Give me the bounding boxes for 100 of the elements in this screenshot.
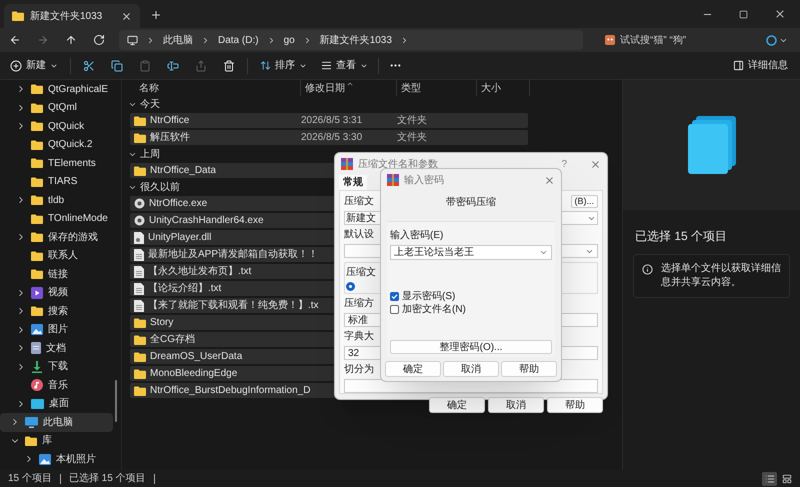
file-name: 解压软件 (150, 131, 190, 145)
video-icon (31, 286, 43, 299)
breadcrumb[interactable]: Data (D:) (218, 32, 259, 48)
password-field[interactable]: 上老王论坛当老王 (390, 245, 552, 260)
sidebar-item[interactable]: 库 (0, 432, 113, 450)
close-icon[interactable] (544, 174, 555, 186)
scrollbar[interactable] (115, 380, 117, 422)
folder-icon (25, 436, 37, 446)
sidebar-item[interactable]: TIARS (0, 172, 113, 191)
folder-icon (31, 140, 43, 150)
file-row[interactable]: NtrOffice 2026/8/5 3:31 文件夹 (130, 113, 528, 128)
sidebar-item[interactable]: 桌面 (0, 394, 113, 413)
close-tab-icon[interactable] (121, 10, 132, 22)
rename-icon[interactable] (167, 60, 179, 72)
plus-circle-icon (10, 60, 22, 72)
breadcrumb[interactable]: 此电脑 (163, 32, 193, 48)
dialog-button[interactable]: 取消 (488, 397, 544, 413)
back-icon[interactable] (9, 34, 21, 46)
dialog-button[interactable]: 取消 (443, 361, 499, 377)
sidebar-item[interactable]: 搜索 (0, 302, 113, 320)
sidebar-item[interactable]: 文档 (0, 339, 113, 358)
file-name: 【永久地址发布页】.txt (148, 264, 252, 279)
field-label: 字典大 (344, 330, 374, 344)
details-view-button[interactable] (762, 472, 777, 486)
group-header: 很久以前 (140, 180, 180, 194)
sort-icon (260, 60, 271, 71)
delete-icon[interactable] (223, 60, 235, 72)
sidebar-item[interactable]: 视频 (0, 284, 113, 302)
sidebar-item[interactable]: QtGraphicalE (0, 80, 113, 98)
sidebar-item[interactable]: TElements (0, 154, 113, 172)
sidebar-item[interactable]: QtQuick.2 (0, 136, 113, 154)
folder-icon (134, 368, 146, 378)
sidebar-item[interactable]: 联系人 (0, 246, 113, 265)
dialog-button[interactable]: 确定 (429, 397, 485, 413)
column-header[interactable]: 大小 (481, 80, 501, 96)
maximize-icon[interactable] (739, 10, 748, 18)
file-name: MonoBleedingEdge (150, 367, 238, 381)
sidebar-item[interactable]: 音乐 (0, 376, 113, 394)
computer-icon (127, 34, 138, 46)
breadcrumb[interactable]: go (284, 32, 295, 48)
folder-icon (134, 166, 146, 176)
file-name: 【论坛介绍】.txt (148, 282, 222, 296)
details-button[interactable]: 详细信息 (733, 58, 788, 73)
copy-icon[interactable] (111, 60, 123, 72)
app-icon (134, 198, 145, 209)
folder-icon (31, 250, 43, 261)
details-title: 已选择 15 个项目 (635, 228, 728, 245)
sidebar-item[interactable]: QtQuick (0, 117, 113, 136)
folder-icon (31, 306, 43, 316)
dialog-tab[interactable]: 常规 (339, 175, 367, 190)
sidebar-item[interactable]: 图片 (0, 320, 113, 339)
file-name: NtrOffice.exe (149, 197, 208, 211)
lines-icon (321, 60, 332, 71)
checkbox[interactable] (390, 305, 399, 314)
window-tab[interactable]: 新建文件夹1033 (4, 4, 140, 28)
new-button[interactable]: 新建 (10, 58, 58, 73)
chevron-right-icon (201, 36, 210, 44)
file-row[interactable]: 解压软件 2026/8/5 3:30 文件夹 (130, 130, 528, 145)
folder-icon (31, 269, 43, 280)
sidebar-item[interactable]: 下载 (0, 358, 113, 376)
account-button[interactable] (766, 34, 788, 46)
folder-icon (134, 386, 146, 396)
refresh-icon[interactable] (93, 34, 105, 46)
organize-passwords-button[interactable]: 整理密码(O)... (390, 340, 552, 354)
close-icon[interactable] (774, 8, 786, 20)
new-tab-icon[interactable] (150, 9, 162, 21)
file-name: 全CG存档 (150, 332, 195, 347)
sidebar-item[interactable]: tldb (0, 191, 113, 210)
breadcrumb[interactable]: 新建文件夹1033 (320, 32, 392, 48)
browse-button[interactable]: (B)... (570, 195, 598, 208)
dialog-button[interactable]: 帮助 (547, 397, 603, 413)
folder-icon (31, 84, 43, 94)
sidebar-item[interactable]: 保存的游戏 (0, 228, 113, 246)
sidebar-item[interactable]: 本机照片 (0, 450, 113, 468)
chevron-right-icon (146, 36, 155, 44)
circle-icon (766, 34, 777, 46)
up-icon[interactable] (65, 34, 77, 46)
address-bar[interactable]: 此电脑 Data (D:) go 新建文件夹1033 (119, 30, 583, 50)
folder-icon (31, 176, 43, 187)
close-icon[interactable] (590, 158, 601, 170)
view-button[interactable]: 查看 (321, 58, 368, 73)
dialog-button[interactable]: 确定 (385, 361, 441, 377)
cut-icon[interactable] (83, 60, 95, 72)
column-header[interactable]: 名称 (139, 80, 159, 96)
sidebar-item[interactable]: 此电脑 (0, 413, 113, 432)
column-header[interactable]: 类型 (401, 80, 421, 96)
sidebar-item[interactable]: QtQml (0, 98, 113, 117)
file-name: UnityCrashHandler64.exe (149, 214, 264, 228)
group-header: 上周 (140, 148, 160, 162)
checkbox[interactable] (390, 292, 399, 301)
folder-icon (134, 116, 146, 126)
radio-button[interactable] (346, 282, 355, 291)
dialog-button[interactable]: 帮助 (501, 361, 557, 377)
file-name: NtrOffice_BurstDebugInformation_D (150, 384, 310, 398)
sidebar-item[interactable]: TOnlineMode (0, 210, 113, 228)
column-header[interactable]: 修改日期 (305, 80, 345, 96)
file-name: 【来了就能下载和观看！纯免费！】.tx (148, 298, 319, 313)
folder-icon (134, 352, 146, 362)
sort-button[interactable]: 排序 (260, 58, 307, 73)
sidebar-item[interactable]: 链接 (0, 265, 113, 284)
